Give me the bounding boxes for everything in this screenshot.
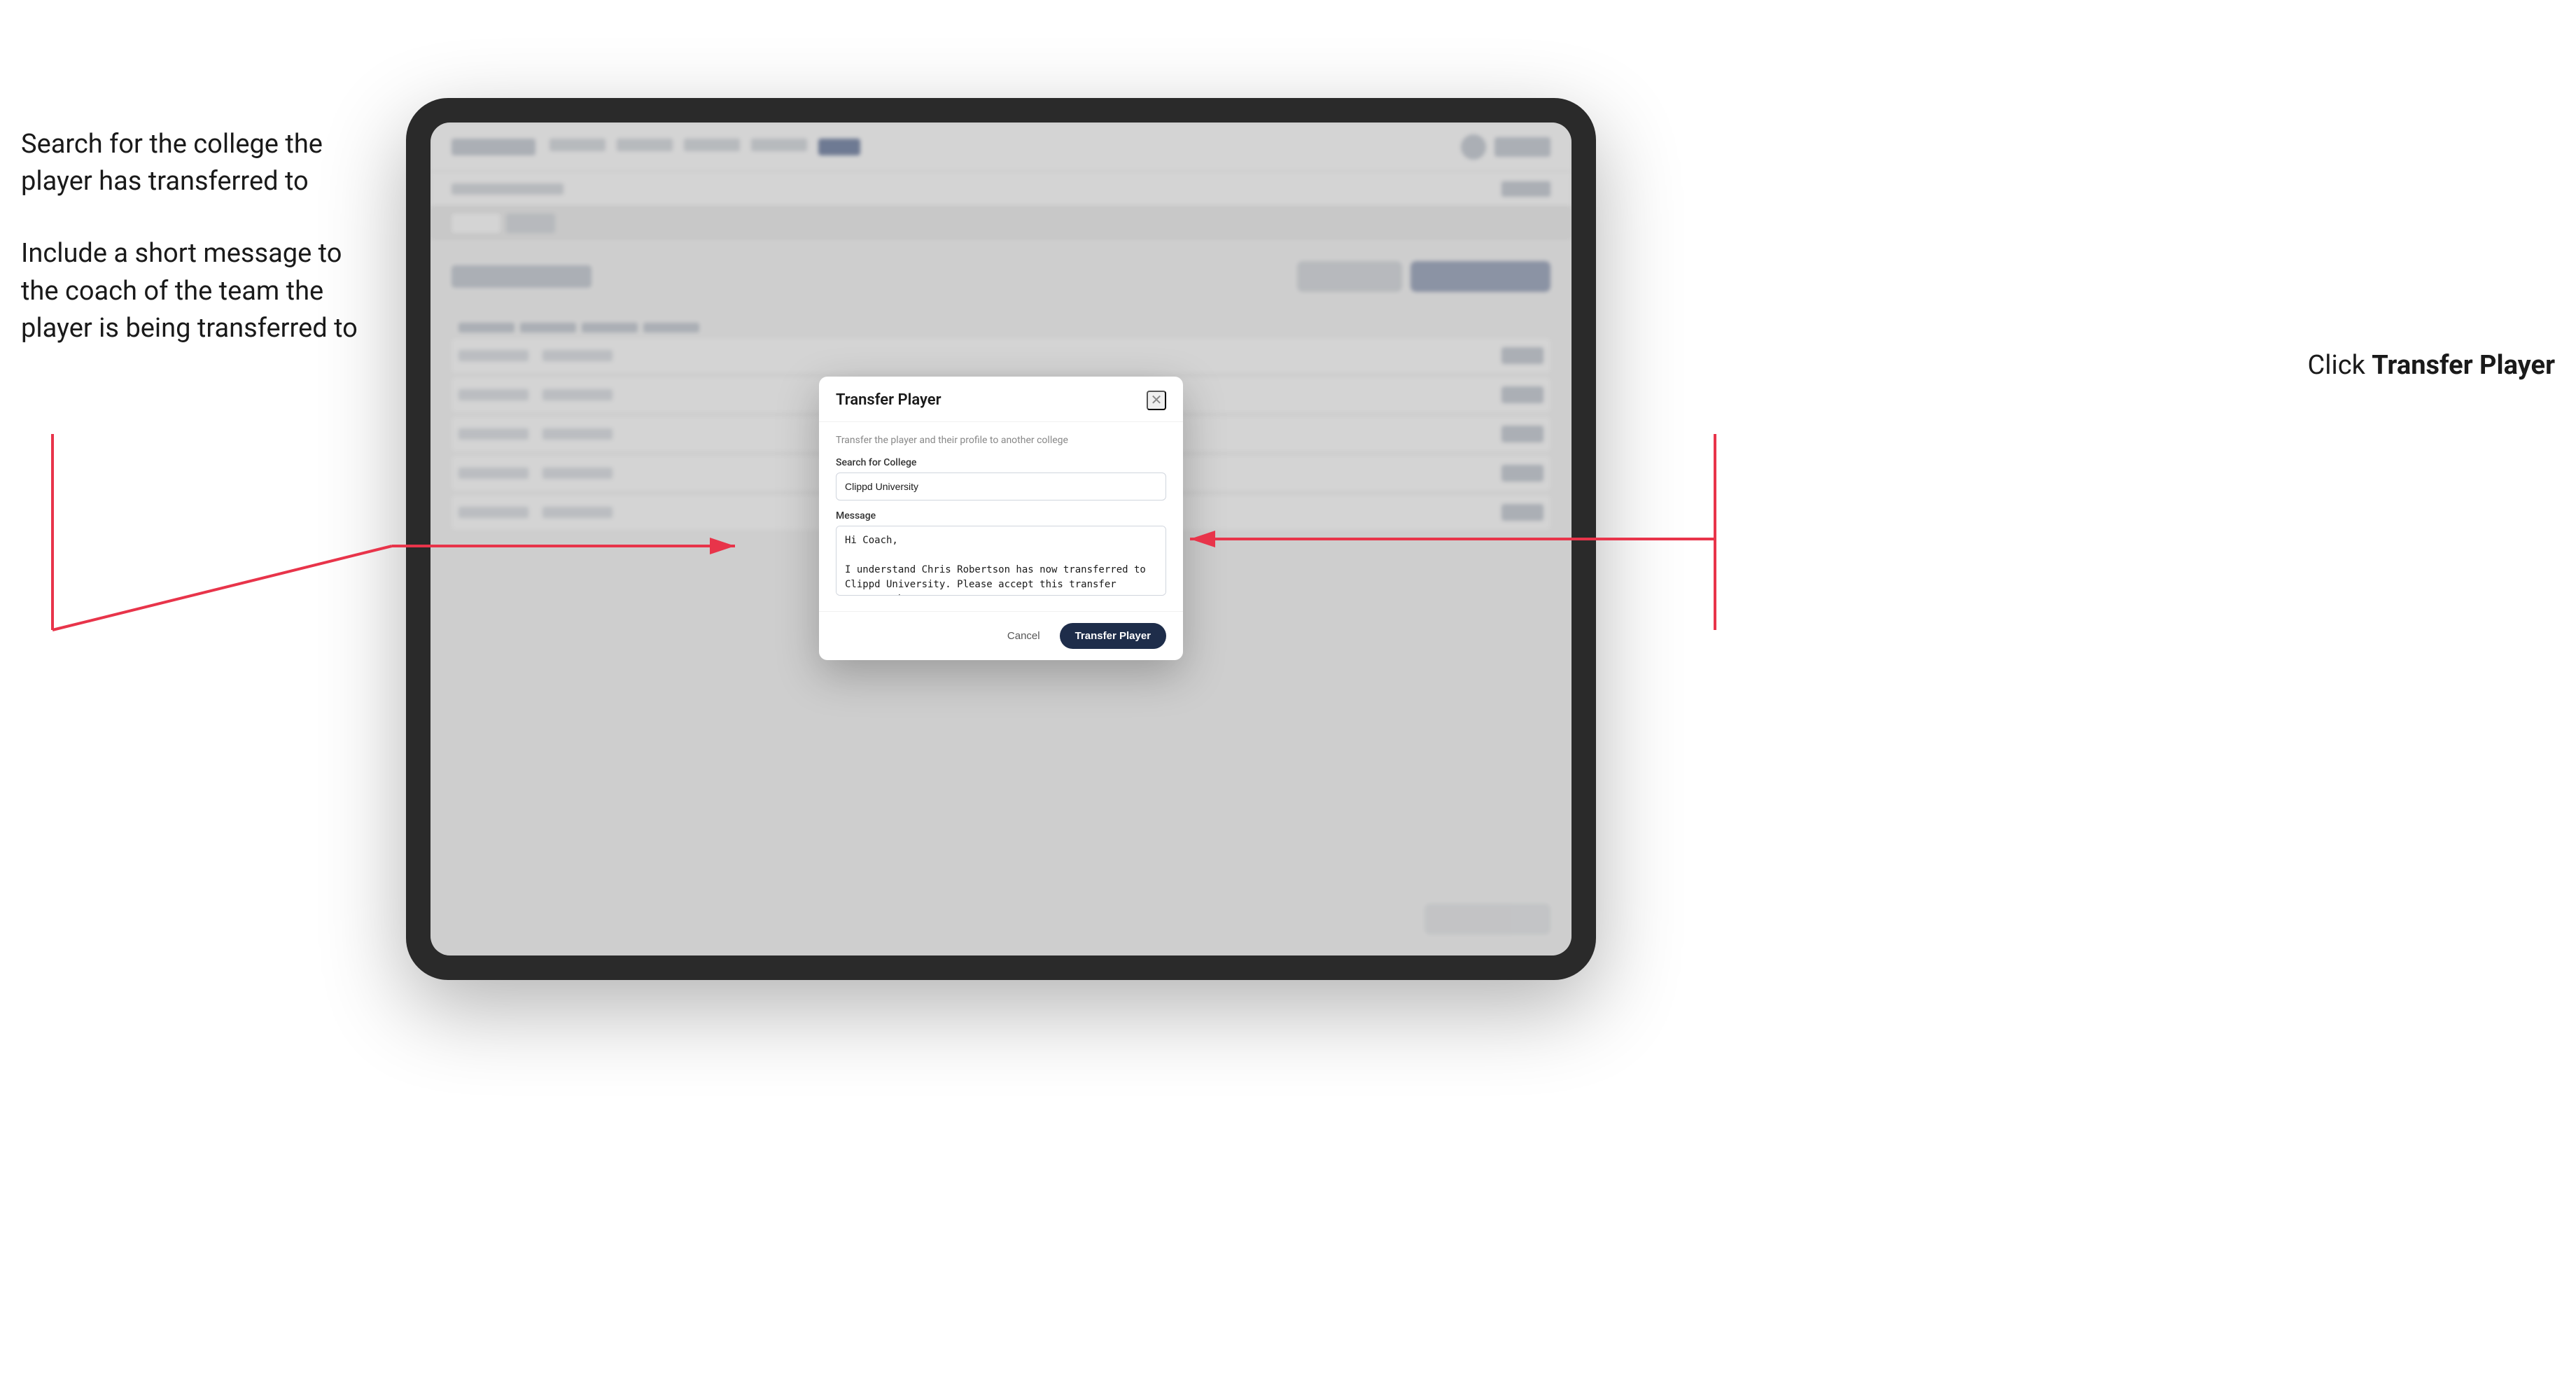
tablet-screen: Transfer Player ✕ Transfer the player an…	[430, 122, 1572, 955]
transfer-player-dialog: Transfer Player ✕ Transfer the player an…	[819, 377, 1183, 660]
dialog-footer: Cancel Transfer Player	[819, 611, 1183, 660]
annotation-search-text: Search for the college the player has tr…	[21, 126, 371, 200]
annotation-right: Click Transfer Player	[2307, 350, 2555, 381]
college-input[interactable]	[836, 472, 1166, 500]
modal-overlay: Transfer Player ✕ Transfer the player an…	[430, 122, 1572, 955]
dialog-close-button[interactable]: ✕	[1147, 391, 1166, 410]
dialog-title: Transfer Player	[836, 391, 941, 409]
transfer-player-button[interactable]: Transfer Player	[1060, 623, 1166, 649]
dialog-header: Transfer Player ✕	[819, 377, 1183, 422]
dialog-subtitle: Transfer the player and their profile to…	[836, 435, 1166, 446]
message-textarea[interactable]	[836, 526, 1166, 596]
annotation-message-text: Include a short message to the coach of …	[21, 235, 371, 347]
annotation-transfer-player-text: Transfer Player	[2372, 350, 2555, 381]
annotation-left: Search for the college the player has tr…	[21, 126, 371, 382]
tablet-frame: Transfer Player ✕ Transfer the player an…	[406, 98, 1596, 980]
annotation-click-text: Click	[2307, 350, 2372, 381]
cancel-button[interactable]: Cancel	[996, 624, 1051, 648]
message-label: Message	[836, 510, 1166, 522]
dialog-body: Transfer the player and their profile to…	[819, 422, 1183, 611]
college-label: Search for College	[836, 457, 1166, 468]
